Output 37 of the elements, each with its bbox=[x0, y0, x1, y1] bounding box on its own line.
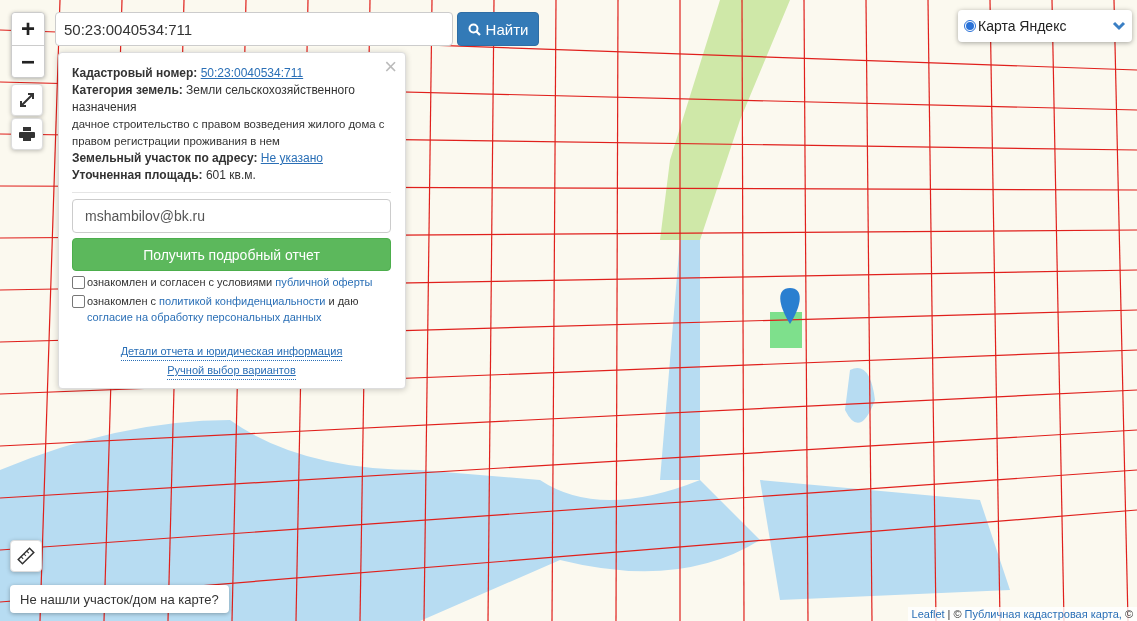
search-icon bbox=[467, 22, 481, 36]
info-link[interactable]: Ручной выбор вариантов bbox=[167, 362, 296, 380]
cadastral-map-link[interactable]: Публичная кадастровая карта, bbox=[964, 608, 1122, 620]
zoom-in-button[interactable]: + bbox=[12, 13, 44, 45]
permitted-use-text: дачное строительство с правом возведения жилого дома с правом регистрации проживания в нем bbox=[72, 117, 386, 149]
agreement-link[interactable]: политикой конфиденциальности bbox=[159, 295, 326, 307]
agreement-text: ознакомлен и согласен с условиями публичной оферты bbox=[87, 275, 373, 290]
ruler-icon bbox=[17, 547, 35, 565]
agreement-text: ознакомлен с политикой конфиденциальности и даю согласие на обработку персональных данных bbox=[87, 294, 360, 325]
agreement-link[interactable]: публичной оферты bbox=[275, 276, 373, 288]
cadastral-number-link[interactable]: 50:23:0040534:711 bbox=[200, 66, 304, 80]
separator-text: | bbox=[947, 608, 951, 620]
info-link[interactable]: Детали отчета и юридическая информация bbox=[120, 343, 343, 361]
copyright-text: © bbox=[953, 608, 962, 620]
ruler-button[interactable] bbox=[10, 540, 42, 572]
copyright-text: © bbox=[1124, 608, 1133, 620]
field-label: Земельный участок по адресу: bbox=[72, 151, 258, 165]
printer-icon bbox=[19, 127, 35, 141]
checkbox[interactable] bbox=[72, 295, 85, 308]
search-field[interactable]: 50:23:0040534:711 bbox=[55, 12, 453, 46]
leaflet-link[interactable]: Leaflet bbox=[911, 608, 945, 620]
chevron-down-icon bbox=[1112, 21, 1126, 31]
search-button[interactable]: Найти bbox=[457, 12, 539, 46]
land-category-text: Категория земель: Земли сельскохозяйственного назначения bbox=[72, 82, 356, 116]
checkbox[interactable] bbox=[72, 276, 85, 289]
email-field[interactable]: mshambilov@bk.ru bbox=[72, 199, 391, 233]
print-button[interactable] bbox=[11, 118, 43, 150]
agreement-link[interactable]: согласие на обработку персональных данных bbox=[87, 311, 322, 323]
address-link[interactable]: Не указано bbox=[260, 151, 323, 165]
not-found-button[interactable]: Не нашли участок/дом на карте? bbox=[10, 585, 229, 613]
field-label: Кадастровый номер: bbox=[72, 66, 198, 80]
layer-select[interactable]: Карта Яндекс bbox=[958, 10, 1132, 42]
radio-button[interactable] bbox=[964, 20, 976, 32]
expand-icon bbox=[19, 92, 35, 108]
fullscreen-button[interactable] bbox=[11, 84, 43, 116]
zoom-out-button[interactable]: − bbox=[12, 45, 44, 77]
area-text: Уточненная площадь: 601 кв.м. bbox=[72, 167, 257, 184]
